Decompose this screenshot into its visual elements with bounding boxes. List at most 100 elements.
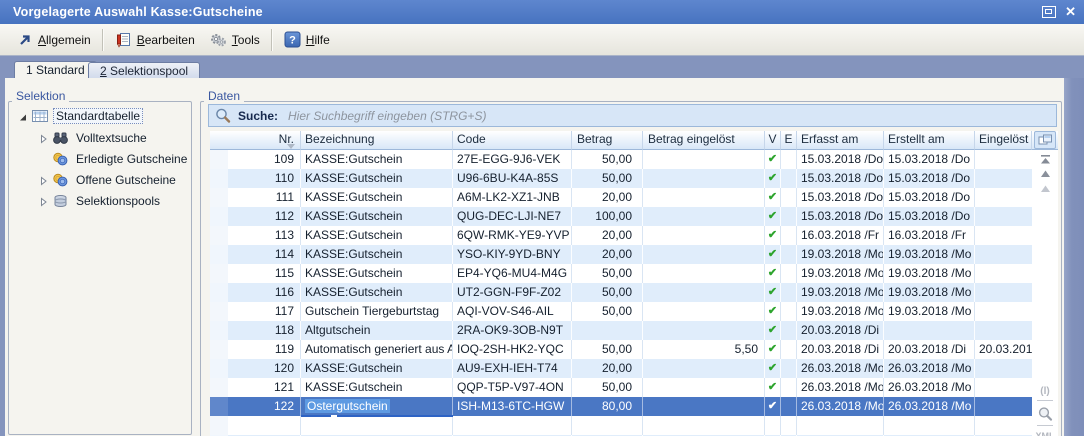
cell-erstellt[interactable]: 19.03.2018 /Mo xyxy=(884,283,975,302)
cell-erstellt[interactable] xyxy=(884,416,975,435)
cell-bez[interactable]: KASSE:Gutschein xyxy=(301,150,453,169)
tree-item-offene-gutscheine[interactable]: Offene Gutscheine xyxy=(38,171,179,189)
table-row[interactable]: 122OstergutscheinISH-M13-6TC-HGW80,00✔26… xyxy=(210,397,1032,416)
cell-v[interactable]: ✔ xyxy=(765,397,781,416)
cell-nr[interactable]: 111 xyxy=(210,188,301,207)
tab-selektionspool[interactable]: 2 Selektionspool xyxy=(88,62,200,78)
table-row[interactable]: 112KASSE:GutscheinQUG-DEC-LJI-NE7100,00✔… xyxy=(210,207,1032,226)
cell-bez[interactable]: KASSE:Gutschein xyxy=(301,207,453,226)
cell-bez[interactable]: KASSE:Gutschein xyxy=(301,264,453,283)
cell-nr[interactable]: 109 xyxy=(210,150,301,169)
cell-eingel[interactable] xyxy=(975,359,1032,378)
column-header-e[interactable]: E xyxy=(781,131,797,150)
cell-eingel[interactable] xyxy=(975,226,1032,245)
cell-nr[interactable]: 114 xyxy=(210,245,301,264)
cell-v[interactable]: ✔ xyxy=(765,245,781,264)
cell-e[interactable] xyxy=(781,245,797,264)
cell-betrag[interactable]: 20,00 xyxy=(572,226,643,245)
table-row[interactable]: 116KASSE:GutscheinUT2-GGN-F9F-Z0250,00✔1… xyxy=(210,283,1032,302)
cell-eingel[interactable] xyxy=(975,169,1032,188)
cell-e[interactable] xyxy=(781,416,797,435)
cell-eingel[interactable] xyxy=(975,397,1032,416)
cell-e[interactable] xyxy=(781,378,797,397)
collapse-arrow-icon[interactable] xyxy=(18,111,28,121)
cell-erfasst[interactable]: 26.03.2018 /Mo xyxy=(797,359,884,378)
menu-allgemein[interactable]: Allgemein xyxy=(10,28,98,52)
cell-erstellt[interactable]: 20.03.2018 /Di xyxy=(884,340,975,359)
cell-betrag[interactable]: 50,00 xyxy=(572,283,643,302)
cell-betrag[interactable]: 50,00 xyxy=(572,264,643,283)
table-row[interactable]: 114KASSE:GutscheinYSO-KIY-9YD-BNY20,00✔1… xyxy=(210,245,1032,264)
cell-code[interactable]: QQP-T5P-V97-4ON xyxy=(453,378,572,397)
table-row[interactable]: 117Gutschein TiergeburtstagAQI-VOV-S46-A… xyxy=(210,302,1032,321)
cell-erstellt[interactable]: 19.03.2018 /Mo xyxy=(884,264,975,283)
cell-nr[interactable]: 121 xyxy=(210,378,301,397)
cell-eingel[interactable] xyxy=(975,416,1032,435)
expand-arrow-icon[interactable] xyxy=(38,196,48,206)
cell-code[interactable] xyxy=(453,416,572,435)
cell-e[interactable] xyxy=(781,340,797,359)
cell-betrag_e[interactable] xyxy=(643,359,765,378)
table-row[interactable]: 115KASSE:GutscheinEP4-YQ6-MU4-M4G50,00✔1… xyxy=(210,264,1032,283)
cell-nr[interactable]: 113 xyxy=(210,226,301,245)
search-bar[interactable]: Suche: Hier Suchbegriff eingeben (STRG+S… xyxy=(208,104,1057,127)
cell-betrag[interactable]: 50,00 xyxy=(572,340,643,359)
menu-bearbeiten[interactable]: Bearbeiten xyxy=(108,28,202,52)
cell-betrag_e[interactable] xyxy=(643,188,765,207)
cell-v[interactable]: ✔ xyxy=(765,359,781,378)
tree-item-standardtabelle[interactable]: Standardtabelle xyxy=(18,107,143,125)
cell-eingel[interactable] xyxy=(975,283,1032,302)
column-header-bezeichnung[interactable]: Bezeichnung xyxy=(301,131,453,150)
cell-e[interactable] xyxy=(781,207,797,226)
cell-eingel[interactable] xyxy=(975,264,1032,283)
cell-e[interactable] xyxy=(781,264,797,283)
cell-nr[interactable]: 119 xyxy=(210,340,301,359)
zoom-record-icon[interactable] xyxy=(1032,406,1058,422)
cell-erstellt[interactable]: 19.03.2018 /Mo xyxy=(884,245,975,264)
table-row[interactable]: 109KASSE:Gutschein27E-EGG-9J6-VEK50,00✔1… xyxy=(210,150,1032,169)
cell-betrag_e[interactable] xyxy=(643,378,765,397)
table-row[interactable]: 119Automatisch generiert aus ALTIOQ-2SH-… xyxy=(210,340,1032,359)
cell-e[interactable] xyxy=(781,283,797,302)
cell-bez[interactable]: KASSE:Gutschein xyxy=(301,359,453,378)
cell-code[interactable]: AQI-VOV-S46-AIL xyxy=(453,302,572,321)
cell-e[interactable] xyxy=(781,302,797,321)
cell-e[interactable] xyxy=(781,226,797,245)
cell-v[interactable]: ✔ xyxy=(765,264,781,283)
cell-erfasst[interactable]: 19.03.2018 /Mo xyxy=(797,302,884,321)
cell-betrag_e[interactable]: 5,50 xyxy=(643,340,765,359)
cell-betrag_e[interactable] xyxy=(643,321,765,340)
cell-bez[interactable]: KASSE:Gutschein xyxy=(301,188,453,207)
cell-eingel[interactable]: 20.03.2018 xyxy=(975,340,1032,359)
cell-betrag_e[interactable] xyxy=(643,416,765,435)
cell-v[interactable]: ✔ xyxy=(765,302,781,321)
cell-erstellt[interactable]: 15.03.2018 /Do xyxy=(884,169,975,188)
cell-erstellt[interactable]: 15.03.2018 /Do xyxy=(884,207,975,226)
cell-nr[interactable]: 116 xyxy=(210,283,301,302)
column-header-betrag[interactable]: Betrag xyxy=(572,131,643,150)
cell-e[interactable] xyxy=(781,359,797,378)
tab-standard[interactable]: 1 Standard xyxy=(14,61,97,78)
column-chooser-button[interactable] xyxy=(1032,131,1058,150)
scroll-to-top-icon[interactable] xyxy=(1032,154,1058,165)
close-icon[interactable]: ✕ xyxy=(1065,0,1076,24)
cell-nr[interactable]: 120 xyxy=(210,359,301,378)
cell-erfasst[interactable]: 19.03.2018 /Mo xyxy=(797,245,884,264)
cell-e[interactable] xyxy=(781,188,797,207)
cell-betrag[interactable]: 50,00 xyxy=(572,302,643,321)
cell-erstellt[interactable]: 16.03.2018 /Fr xyxy=(884,226,975,245)
cell-eingel[interactable] xyxy=(975,188,1032,207)
cell-bez[interactable]: KASSE:Gutschein xyxy=(301,283,453,302)
column-header-v[interactable]: V xyxy=(765,131,781,150)
cell-code[interactable]: 6QW-RMK-YE9-YVP xyxy=(453,226,572,245)
cell-betrag[interactable]: 20,00 xyxy=(572,188,643,207)
cell-betrag_e[interactable] xyxy=(643,226,765,245)
cell-e[interactable] xyxy=(781,397,797,416)
cell-v[interactable]: ✔ xyxy=(765,283,781,302)
cell-v[interactable]: ✔ xyxy=(765,207,781,226)
cell-code[interactable]: AU9-EXH-IEH-T74 xyxy=(453,359,572,378)
cell-betrag[interactable] xyxy=(572,416,643,435)
cell-bez[interactable]: KASSE:Gutschein xyxy=(301,378,453,397)
cell-betrag[interactable]: 50,00 xyxy=(572,169,643,188)
cell-v[interactable]: ✔ xyxy=(765,169,781,188)
